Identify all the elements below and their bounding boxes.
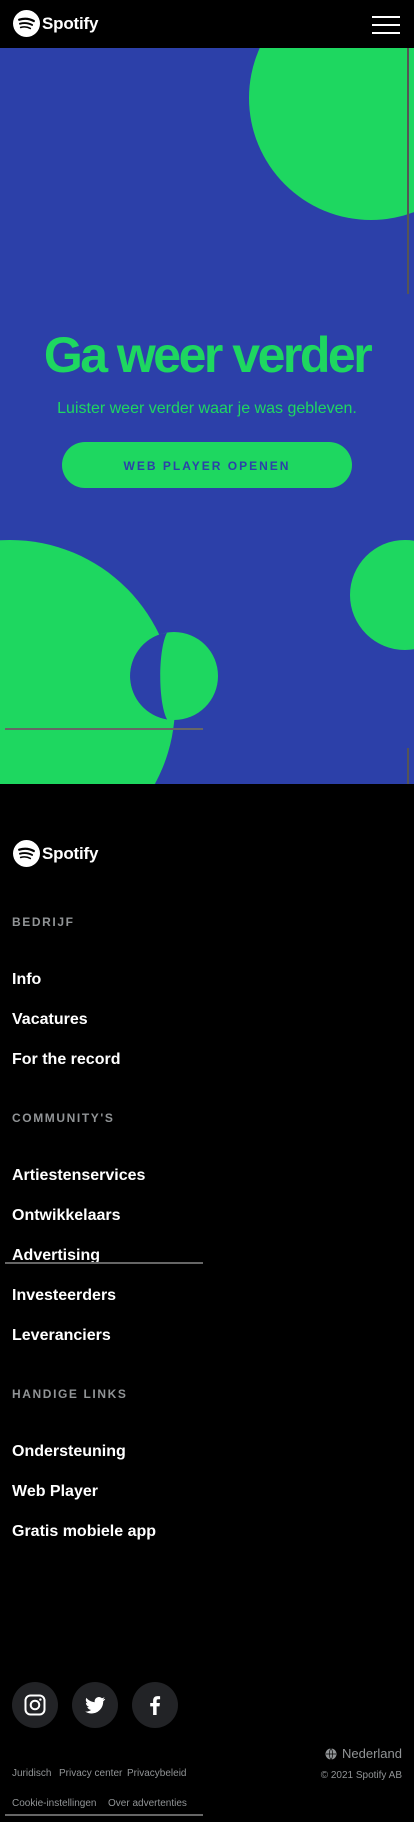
legal-link-cookie-settings[interactable]: Cookie-instellingen xyxy=(12,1798,97,1809)
facebook-icon xyxy=(150,1696,161,1715)
legal-link-privacy-policy[interactable]: Privacybeleid xyxy=(127,1768,186,1779)
footer-link-jobs[interactable]: Vacatures xyxy=(12,1011,88,1029)
copyright-text: © 2021 Spotify AB xyxy=(320,1770,402,1781)
decorative-circle xyxy=(350,540,414,650)
footer-link-investors[interactable]: Investeerders xyxy=(12,1287,116,1305)
region-label: Nederland xyxy=(342,1746,402,1761)
decorative-circle xyxy=(249,48,414,220)
footer-link-free-mobile-app[interactable]: Gratis mobiele app xyxy=(12,1523,156,1541)
instagram-button[interactable] xyxy=(12,1682,58,1728)
hamburger-line xyxy=(372,24,400,26)
globe-icon xyxy=(325,1747,337,1760)
footer-heading-communities: COMMUNITY'S xyxy=(12,1111,115,1125)
region-selector[interactable]: Nederland xyxy=(325,1746,402,1761)
footer: Spotify BEDRIJF Info Vacatures For the r… xyxy=(0,784,414,1822)
vertical-scrollbar[interactable] xyxy=(407,48,409,294)
top-navigation-bar: Spotify xyxy=(0,0,414,48)
spotify-logo[interactable]: Spotify xyxy=(13,10,98,37)
footer-link-for-the-record[interactable]: For the record xyxy=(12,1051,120,1069)
hero-title: Ga weer verder xyxy=(43,327,373,383)
footer-link-vendors[interactable]: Leveranciers xyxy=(12,1327,111,1345)
footer-spotify-logo[interactable]: Spotify xyxy=(13,840,98,867)
decorative-blue-arc xyxy=(130,632,167,720)
hero-subtitle: Luister weer verder waar je was gebleven… xyxy=(57,400,357,417)
legal-link-privacy-center[interactable]: Privacy center xyxy=(59,1768,122,1779)
open-web-player-button[interactable]: WEB PLAYER OPENEN xyxy=(62,442,352,488)
footer-link-web-player[interactable]: Web Player xyxy=(12,1483,98,1501)
footer-heading-useful-links: HANDIGE LINKS xyxy=(12,1387,128,1401)
logo-text: Spotify xyxy=(42,843,99,863)
footer-link-info[interactable]: Info xyxy=(12,971,41,989)
hero-section: Ga weer verder Luister weer verder waar … xyxy=(0,48,414,784)
legal-link-about-ads[interactable]: Over advertenties xyxy=(108,1798,187,1809)
instagram-icon xyxy=(24,1694,46,1716)
logo-text: Spotify xyxy=(42,13,99,33)
twitter-button[interactable] xyxy=(72,1682,118,1728)
spotify-logo-icon xyxy=(13,10,40,37)
horizontal-scrollbar[interactable] xyxy=(5,1262,203,1264)
facebook-button[interactable] xyxy=(132,1682,178,1728)
twitter-icon xyxy=(85,1697,106,1714)
hamburger-line xyxy=(372,16,400,18)
horizontal-scrollbar[interactable] xyxy=(5,728,203,730)
legal-link-legal[interactable]: Juridisch xyxy=(12,1768,51,1779)
hamburger-line xyxy=(372,32,400,34)
horizontal-scrollbar[interactable] xyxy=(5,1814,203,1816)
spotify-logo-icon xyxy=(13,840,40,867)
footer-heading-company: BEDRIJF xyxy=(12,915,75,929)
hamburger-menu-icon[interactable] xyxy=(372,16,400,36)
footer-link-artists[interactable]: Artiestenservices xyxy=(12,1167,145,1185)
footer-link-developers[interactable]: Ontwikkelaars xyxy=(12,1207,121,1225)
footer-link-support[interactable]: Ondersteuning xyxy=(12,1443,126,1461)
